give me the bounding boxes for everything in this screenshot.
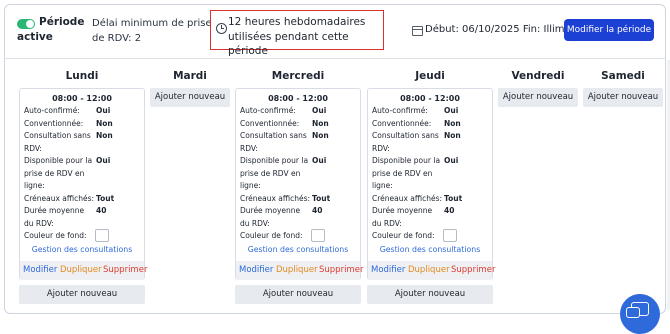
avg-duration-value: 40 (96, 206, 107, 215)
manage-consultations-link[interactable]: Gestion des consultations (236, 245, 360, 254)
auto-confirm-value: Oui (96, 106, 111, 115)
min-delay-text: Délai minimum de prise de RDV: 2 (92, 18, 212, 44)
slot-time: 08:00 - 12:00 (400, 94, 460, 103)
duplicate-slot-link[interactable]: Dupliquer (60, 265, 102, 275)
walk-in-label: Consultation sans RDV: (24, 131, 91, 153)
active-label-suffix: active (17, 31, 53, 43)
auto-confirm-label: Auto-confirmé: (240, 106, 296, 115)
day-header-mardi: Mardi (173, 70, 207, 82)
chat-button[interactable] (620, 294, 660, 334)
conventionnee-label: Conventionnée: (372, 118, 432, 128)
bg-color-label: Couleur de fond: (24, 231, 87, 240)
bg-color-swatch[interactable] (95, 229, 109, 242)
add-slot-button-samedi[interactable]: Ajouter nouveau (583, 88, 663, 107)
delete-slot-link[interactable]: Supprimer (451, 265, 495, 275)
avg-duration-label: Durée moyenne du RDV: (240, 206, 301, 228)
day-header-lundi: Lundi (65, 70, 99, 82)
add-slot-button-lundi[interactable]: Ajouter nouveau (19, 285, 145, 304)
bg-color-swatch[interactable] (311, 229, 325, 242)
slot-time: 08:00 - 12:00 (52, 94, 112, 103)
slot-card-mercredi: 08:00 - 12:00 Auto-confirmé: Oui Convent… (235, 88, 363, 280)
slot-actions: Modifier Dupliquer Supprimer (368, 261, 495, 280)
delete-slot-link[interactable]: Supprimer (103, 265, 147, 275)
auto-confirm-label: Auto-confirmé: (372, 106, 428, 115)
weekly-hours-box: 12 heures hebdomadaires utilisées pendan… (210, 10, 384, 57)
online-booking-label: Disponible pour la prise de RDV en ligne… (24, 156, 93, 190)
chat-icon (626, 302, 649, 318)
add-slot-button-jeudi[interactable]: Ajouter nouveau (367, 285, 493, 304)
online-booking-value: Oui (312, 156, 327, 165)
online-booking-value: Oui (96, 156, 111, 165)
bg-color-swatch[interactable] (443, 229, 457, 242)
add-slot-button-mercredi[interactable]: Ajouter nouveau (235, 285, 361, 304)
day-header-jeudi: Jeudi (415, 70, 445, 82)
slots-shown-label: Créneaux affichés: (240, 193, 311, 203)
duplicate-slot-link[interactable]: Dupliquer (276, 265, 318, 275)
slot-actions: Modifier Dupliquer Supprimer (20, 261, 147, 280)
online-booking-label: Disponible pour la prise de RDV en ligne… (240, 156, 309, 190)
day-header-mercredi: Mercredi (271, 70, 325, 82)
modify-slot-link[interactable]: Modifier (23, 265, 57, 275)
bg-color-label: Couleur de fond: (372, 231, 435, 240)
avg-duration-label: Durée moyenne du RDV: (372, 206, 433, 228)
day-header-samedi: Samedi (601, 70, 645, 82)
slot-card-lundi: 08:00 - 12:00 Auto-confirmé: Oui Convent… (19, 88, 147, 280)
online-booking-value: Oui (444, 156, 459, 165)
day-header-vendredi: Vendredi (511, 70, 565, 82)
add-slot-button-vendredi[interactable]: Ajouter nouveau (498, 88, 578, 107)
active-label: Période (39, 16, 85, 28)
conventionnee-value: Non (96, 118, 113, 128)
bg-color-label: Couleur de fond: (240, 231, 303, 240)
clock-icon (216, 23, 227, 34)
walk-in-label: Consultation sans RDV: (372, 131, 439, 153)
active-toggle[interactable] (17, 19, 35, 29)
walk-in-value: Non (444, 131, 461, 140)
duplicate-slot-link[interactable]: Dupliquer (408, 265, 450, 275)
modify-period-button[interactable]: Modifier la période (564, 19, 654, 41)
conventionnee-value: Non (312, 118, 329, 128)
avg-duration-value: 40 (312, 206, 323, 215)
add-slot-button-mardi[interactable]: Ajouter nouveau (150, 88, 230, 107)
walk-in-label: Consultation sans RDV: (240, 131, 307, 153)
weekly-hours-text: 12 heures hebdomadaires utilisées pendan… (228, 16, 366, 57)
delete-slot-link[interactable]: Supprimer (319, 265, 363, 275)
slots-shown-value: Tout (444, 193, 463, 203)
modify-slot-link[interactable]: Modifier (371, 265, 405, 275)
calendar-icon (412, 26, 423, 36)
auto-confirm-label: Auto-confirmé: (24, 106, 80, 115)
modify-slot-link[interactable]: Modifier (239, 265, 273, 275)
period-header: Période active Délai minimum de prise de… (4, 4, 664, 58)
conventionnee-label: Conventionnée: (24, 118, 84, 128)
conventionnee-value: Non (444, 118, 461, 128)
period-dates: Début: 06/10/2025 Fin: Illimité (425, 24, 578, 35)
header-divider (4, 58, 666, 59)
slots-shown-label: Créneaux affichés: (372, 193, 443, 203)
conventionnee-label: Conventionnée: (240, 118, 300, 128)
slots-shown-value: Tout (96, 193, 115, 203)
slot-card-jeudi: 08:00 - 12:00 Auto-confirmé: Oui Convent… (367, 88, 495, 280)
walk-in-value: Non (312, 131, 329, 140)
slots-shown-value: Tout (312, 193, 331, 203)
avg-duration-label: Durée moyenne du RDV: (24, 206, 85, 228)
slot-time: 08:00 - 12:00 (268, 94, 328, 103)
slot-actions: Modifier Dupliquer Supprimer (236, 261, 363, 280)
auto-confirm-value: Oui (312, 106, 327, 115)
slots-shown-label: Créneaux affichés: (24, 193, 95, 203)
avg-duration-value: 40 (444, 206, 455, 215)
manage-consultations-link[interactable]: Gestion des consultations (368, 245, 492, 254)
auto-confirm-value: Oui (444, 106, 459, 115)
online-booking-label: Disponible pour la prise de RDV en ligne… (372, 156, 441, 190)
manage-consultations-link[interactable]: Gestion des consultations (20, 245, 144, 254)
walk-in-value: Non (96, 131, 113, 140)
